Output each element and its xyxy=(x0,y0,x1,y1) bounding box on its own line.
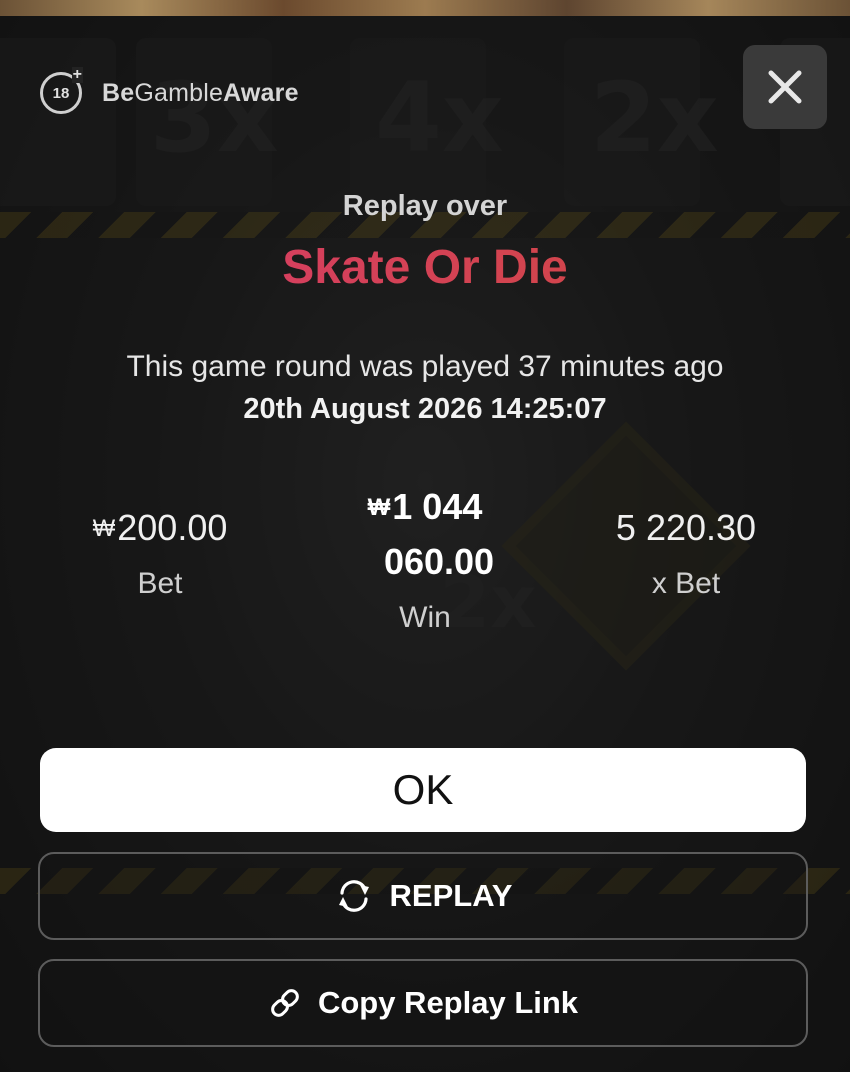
replay-over-heading: Replay over xyxy=(342,190,508,222)
multiplier-label: x Bet xyxy=(651,567,721,600)
close-icon xyxy=(768,70,802,104)
bet-value: ₩200.00 xyxy=(60,507,260,549)
close-button[interactable] xyxy=(743,45,827,129)
brand-suffix: Aware xyxy=(223,78,299,107)
age-plus: + xyxy=(71,66,83,83)
win-value-line2: 060.00 xyxy=(383,541,495,582)
link-icon xyxy=(271,989,299,1017)
replay-button-label: REPLAY xyxy=(389,878,513,913)
ok-button-label: OK xyxy=(392,766,454,813)
win-stat: ₩1 044 060.00 Win xyxy=(280,480,570,635)
replay-button[interactable]: REPLAY xyxy=(38,852,808,940)
bet-amount: 200.00 xyxy=(117,507,228,548)
bet-label: Bet xyxy=(137,567,183,600)
win-label: Win xyxy=(399,601,451,634)
win-value-line1: ₩1 044 xyxy=(280,480,570,535)
played-ago-text: This game round was played 37 minutes ag… xyxy=(126,350,724,383)
copy-button-label: Copy Replay Link xyxy=(317,985,579,1020)
ok-button[interactable]: OK xyxy=(40,748,806,832)
currency-symbol: ₩ xyxy=(92,515,116,542)
game-stage: 3x 4x 2x 2x 18 + BeGambleAware Replay ov… xyxy=(0,0,850,1072)
brand-prefix: Be xyxy=(102,78,135,107)
brand-middle: Gamble xyxy=(134,78,224,107)
age-restriction-badge: 18 + xyxy=(40,67,83,114)
age-label: 18 xyxy=(52,84,70,102)
multiplier-stat: 5 220.30 x Bet xyxy=(586,507,786,601)
refresh-icon xyxy=(338,880,369,912)
game-title: Skate Or Die xyxy=(0,240,850,295)
top-border-strip xyxy=(0,0,850,16)
currency-symbol: ₩ xyxy=(367,494,391,521)
begambleaware-text: BeGambleAware xyxy=(102,79,299,108)
win-amount-part1: 1 044 xyxy=(392,486,483,527)
begambleaware-logo[interactable]: 18 + BeGambleAware xyxy=(40,67,299,114)
multiplier-value: 5 220.30 xyxy=(615,507,757,548)
win-value: ₩1 044 060.00 xyxy=(280,480,570,589)
copy-replay-link-button[interactable]: Copy Replay Link xyxy=(38,959,808,1047)
played-datetime: 20th August 2026 14:25:07 xyxy=(243,393,607,425)
bet-stat: ₩200.00 Bet xyxy=(60,507,260,601)
